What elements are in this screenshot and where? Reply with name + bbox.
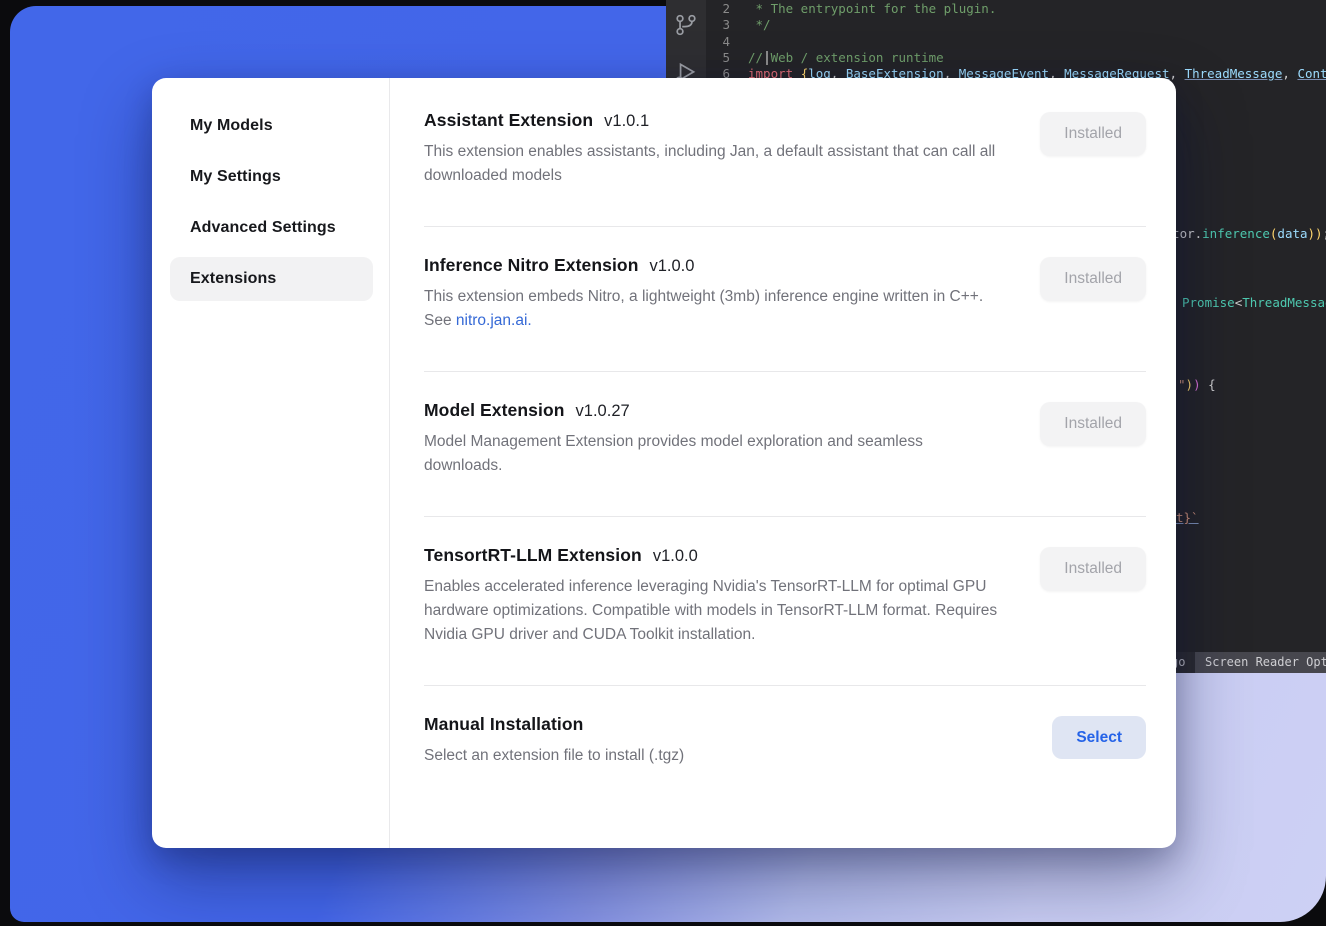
extension-row: Assistant Extension v1.0.1 This extensio… [424, 78, 1146, 227]
nitro-jan-ai-link[interactable]: nitro.jan.ai. [456, 312, 532, 329]
sidebar-item-extensions[interactable]: Extensions [170, 257, 373, 301]
screenshot-stage: 2 * The entrypoint for the plugin. 3 */ … [0, 0, 1326, 926]
extension-name: Inference Nitro Extension [424, 255, 639, 276]
code-fragment: rator.inference(data)); [1157, 226, 1326, 242]
extension-row: Model Extension v1.0.27 Model Management… [424, 372, 1146, 517]
extension-row: TensortRT-LLM Extension v1.0.0 Enables a… [424, 517, 1146, 686]
manual-installation-title: Manual Installation [424, 714, 583, 735]
code-fragment: ")) { [1178, 377, 1216, 393]
sidebar-item-my-settings[interactable]: My Settings [170, 155, 373, 199]
code-lines: 2 * The entrypoint for the plugin. 3 */ … [706, 1, 1326, 82]
sidebar-item-my-models[interactable]: My Models [170, 104, 373, 148]
installed-button[interactable]: Installed [1040, 112, 1146, 156]
extension-name: TensortRT-LLM Extension [424, 545, 642, 566]
extension-description: Model Management Extension provides mode… [424, 430, 1004, 478]
installed-button[interactable]: Installed [1040, 402, 1146, 446]
extension-description: This extension embeds Nitro, a lightweig… [424, 285, 1004, 333]
installed-button[interactable]: Installed [1040, 257, 1146, 301]
extension-name: Model Extension [424, 400, 565, 421]
extension-name: Assistant Extension [424, 110, 593, 131]
extension-version: v1.0.0 [650, 257, 695, 276]
installed-button[interactable]: Installed [1040, 547, 1146, 591]
extension-version: v1.0.27 [576, 402, 630, 421]
line-number: 3 [706, 17, 748, 33]
extension-row: Inference Nitro Extension v1.0.0 This ex… [424, 227, 1146, 372]
select-file-button[interactable]: Select [1052, 716, 1146, 759]
settings-modal: My Models My Settings Advanced Settings … [152, 78, 1176, 848]
line-number: 2 [706, 1, 748, 17]
screen-reader-status[interactable]: Screen Reader Optimized [1195, 652, 1326, 673]
line-number: 5 [706, 50, 748, 66]
line-number: 4 [706, 34, 748, 50]
extension-description: Enables accelerated inference leveraging… [424, 575, 1004, 647]
sidebar-item-advanced-settings[interactable]: Advanced Settings [170, 206, 373, 250]
code-line: * The entrypoint for the plugin. [748, 1, 996, 17]
source-control-icon[interactable] [673, 12, 699, 38]
code-fragment: Promise<ThreadMessage> [1182, 295, 1326, 311]
extension-description: This extension enables assistants, inclu… [424, 140, 1004, 188]
extensions-list: Assistant Extension v1.0.1 This extensio… [390, 78, 1176, 848]
extension-version: v1.0.1 [604, 112, 649, 131]
manual-installation-row: Manual Installation Select an extension … [424, 686, 1146, 768]
code-fragment: t}` [1176, 510, 1199, 526]
code-line: */ [748, 17, 771, 33]
text-cursor [766, 51, 768, 65]
settings-sidebar: My Models My Settings Advanced Settings … [152, 78, 390, 848]
manual-installation-description: Select an extension file to install (.tg… [424, 744, 684, 768]
code-line: // Web / extension runtime [748, 50, 944, 66]
extension-version: v1.0.0 [653, 547, 698, 566]
